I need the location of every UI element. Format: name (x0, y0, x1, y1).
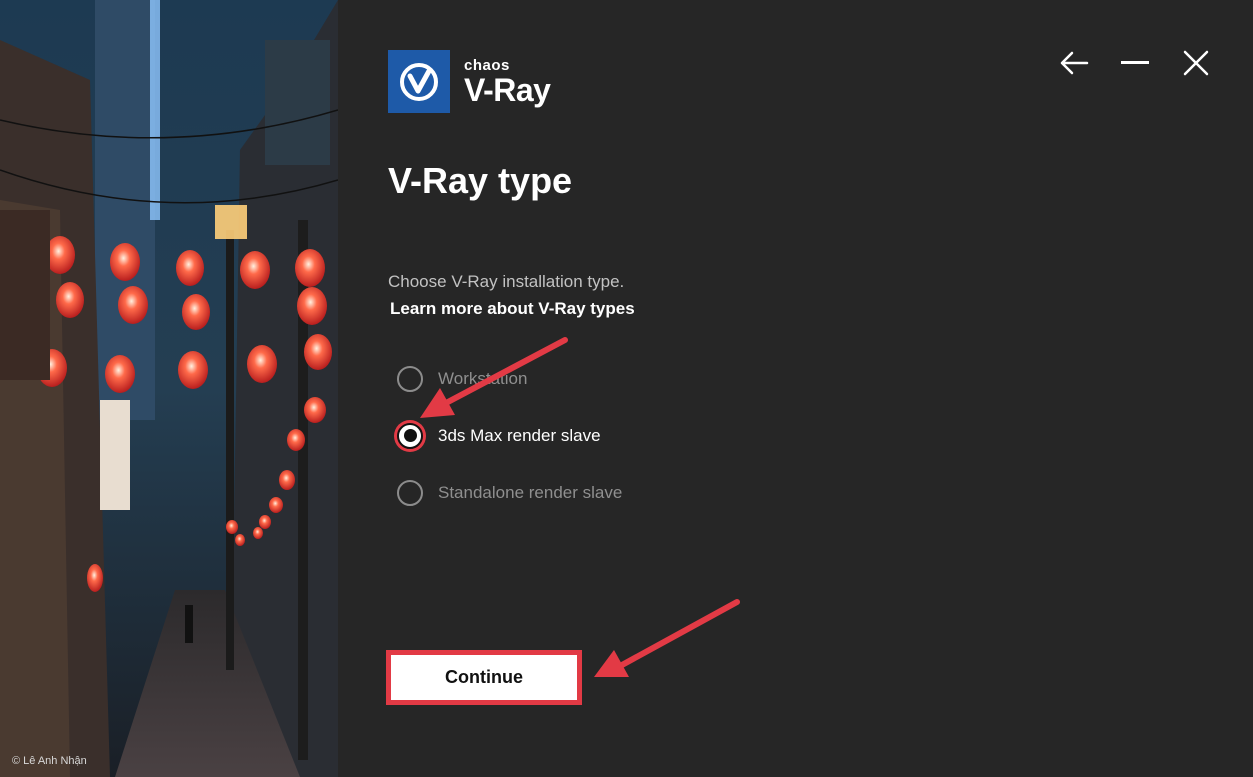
close-button[interactable] (1181, 46, 1211, 80)
page-description: Choose V-Ray installation type. (388, 272, 625, 291)
option-label: Standalone render slave (438, 482, 623, 502)
close-icon (1183, 50, 1209, 76)
radio-dot-icon (403, 429, 417, 442)
installer-panel: chaos V-Ray V-Ray type Choose V-Ray inst… (338, 0, 1253, 777)
photo-credit: © Lê Anh Nhận (12, 755, 87, 767)
minimize-button[interactable] (1120, 46, 1150, 80)
chaos-vray-logo: chaos V-Ray (388, 50, 551, 113)
radio-button[interactable] (397, 365, 423, 392)
back-button[interactable] (1059, 46, 1089, 80)
radio-button-selected[interactable] (397, 422, 423, 449)
option-3ds-max-render-slave[interactable]: 3ds Max render slave (397, 421, 622, 450)
continue-button[interactable]: Continue (391, 655, 577, 700)
vray-logo-icon (388, 50, 450, 113)
learn-more-link[interactable]: Learn more about V-Ray types (390, 299, 635, 319)
arrow-left-icon (1060, 51, 1089, 75)
minimize-icon (1121, 61, 1149, 64)
option-workstation[interactable]: Workstation (397, 364, 622, 393)
option-label: Workstation (438, 368, 528, 388)
radio-button[interactable] (397, 479, 423, 506)
option-standalone-render-slave[interactable]: Standalone render slave (397, 478, 622, 507)
page-title: V-Ray type (388, 160, 573, 201)
vray-type-options: Workstation 3ds Max render slave Standal… (397, 364, 622, 535)
option-label: 3ds Max render slave (438, 425, 601, 445)
continue-highlight: Continue (386, 650, 582, 705)
logo-product: V-Ray (464, 71, 551, 108)
background-photo: © Lê Anh Nhận (0, 0, 338, 777)
window-controls (1059, 46, 1211, 80)
